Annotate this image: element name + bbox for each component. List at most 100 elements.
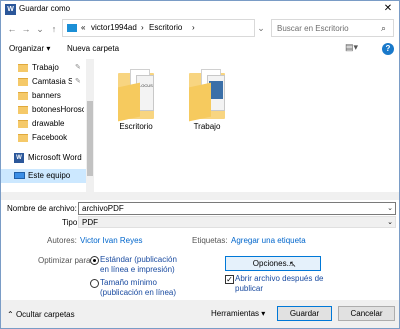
address-dropdown-button[interactable]: ⌄	[255, 21, 267, 35]
address-bar[interactable]: « victor1994ad › Escritorio ›	[62, 19, 255, 37]
breadcrumb-separator[interactable]: ›	[141, 23, 144, 32]
optimize-label: Optimizar para:	[38, 256, 93, 265]
search-icon: ⌕	[381, 23, 387, 33]
title-bar: W Guardar como ✕	[1, 1, 399, 18]
breadcrumb-escritorio[interactable]: Escritorio	[149, 23, 182, 32]
folder-icon	[18, 92, 28, 100]
cancel-button[interactable]: Cancelar	[338, 306, 395, 321]
radio-minimum[interactable]	[90, 279, 99, 288]
chevron-down-icon[interactable]: ⌄	[387, 204, 393, 212]
sidebar-item-label: Trabajo	[32, 63, 59, 72]
folder-escritorio[interactable]: LOCUS	[118, 69, 154, 122]
view-options-icon[interactable]: ▤▾	[345, 42, 358, 53]
navigation-pane: Trabajo ✎ Camtasia Stu ✎ banners botones…	[1, 59, 94, 192]
filename-label: Nombre de archivo:	[7, 204, 77, 213]
radio-standard-label[interactable]: Estándar (publicación en línea e impresi…	[100, 255, 177, 275]
arrow-right-icon: →	[21, 24, 31, 34]
tools-label: Herramientas	[211, 309, 260, 318]
hide-folders-label: Ocultar carpetas	[15, 310, 75, 319]
sidebar-item-este-equipo[interactable]: Este equipo	[1, 169, 86, 183]
breadcrumb-separator[interactable]: ›	[192, 23, 195, 32]
search-input[interactable]: Buscar en Escritorio ⌕	[271, 19, 394, 37]
sidebar-item-microsoft-word[interactable]: W Microsoft Word	[1, 151, 86, 165]
sidebar-item-trabajo[interactable]: Trabajo ✎	[1, 61, 86, 75]
chevron-down-icon: ⌄	[257, 23, 265, 33]
folder-front	[118, 82, 140, 122]
breadcrumb-overflow[interactable]: «	[81, 23, 85, 32]
sidebar-item-camtasia[interactable]: Camtasia Stu ✎	[1, 75, 86, 89]
forward-button[interactable]: →	[20, 22, 32, 36]
open-after-publish-label[interactable]: Abrir archivo después de publicar	[235, 274, 324, 294]
recent-locations-button[interactable]: ⌄	[34, 22, 46, 36]
command-bar: Organizar ▾ Nueva carpeta ▤▾ ?	[1, 40, 399, 58]
word-icon: W	[14, 153, 24, 163]
radio-standard[interactable]	[90, 256, 99, 265]
back-button[interactable]: ←	[6, 22, 18, 36]
scrollbar-thumb[interactable]	[87, 101, 93, 176]
dialog-title: Guardar como	[19, 4, 71, 13]
sidebar-item-facebook[interactable]: Facebook	[1, 131, 86, 145]
breadcrumb-victor1994ad[interactable]: victor1994ad	[91, 23, 137, 32]
chevron-up-icon: ⌃	[7, 310, 16, 319]
footer-bar: ⌃ Ocultar carpetas Herramientas ▾ Guarda…	[1, 300, 399, 328]
hide-folders-button[interactable]: ⌃ Ocultar carpetas	[7, 310, 75, 319]
radio-minimum-label[interactable]: Tamaño mínimo (publicación en línea)	[100, 278, 176, 298]
folder-preview-text: LOCUS	[139, 83, 153, 88]
open-after-publish-checkbox[interactable]: ✓	[225, 275, 234, 284]
pin-icon: ✎	[75, 64, 81, 71]
folder-label: Escritorio	[119, 122, 153, 131]
new-folder-button[interactable]: Nueva carpeta	[67, 44, 119, 53]
horizontal-scrollbar[interactable]	[1, 192, 399, 200]
computer-icon	[14, 172, 25, 179]
sidebar-item-label: Microsoft Word	[28, 153, 82, 162]
open-after-line2: publicar	[235, 284, 264, 293]
sidebar-item-drawable[interactable]: drawable	[1, 117, 86, 131]
add-tag-link[interactable]: Agregar una etiqueta	[231, 236, 306, 245]
radio-standard-line2: en línea e impresión)	[100, 265, 175, 274]
radio-standard-line1: Estándar (publicación	[100, 255, 177, 264]
sidebar-item-label: Este equipo	[28, 171, 71, 180]
folder-icon	[18, 64, 28, 72]
location-folder-icon	[67, 24, 77, 32]
type-value: PDF	[82, 218, 98, 227]
folder-label: Trabajo	[193, 122, 221, 131]
folder-trabajo[interactable]	[189, 69, 225, 122]
type-select[interactable]: PDF ⌄	[78, 216, 396, 228]
up-button[interactable]: ↑	[48, 22, 60, 36]
options-button[interactable]: Opciones...	[225, 256, 321, 271]
sidebar-item-banners[interactable]: banners	[1, 89, 86, 103]
organize-button[interactable]: Organizar ▾	[9, 44, 50, 53]
close-icon: ✕	[383, 3, 393, 14]
tags-label: Etiquetas:	[192, 236, 228, 245]
open-after-line1: Abrir archivo después de	[235, 274, 324, 283]
type-label: Tipo:	[62, 218, 80, 227]
checkmark-icon: ✓	[226, 275, 233, 284]
save-as-dialog: W Guardar como ✕ ← → ⌄ ↑ « victor1994ad …	[0, 0, 400, 329]
mouse-cursor-icon: ↖	[289, 259, 297, 269]
chevron-down-icon: ▾	[261, 309, 266, 318]
folder-icon	[18, 78, 28, 86]
folder-front	[189, 82, 211, 122]
sidebar-item-label: drawable	[32, 119, 65, 128]
filename-field[interactable]: archivoPDF ⌄	[78, 202, 396, 215]
sidebar-item-label: botonesHorosco	[32, 105, 84, 114]
folder-icon	[18, 106, 28, 114]
folder-preview-image	[209, 81, 223, 99]
sidebar-item-botoneshoroscopo[interactable]: botonesHorosco	[1, 103, 86, 117]
authors-label: Autores:	[47, 236, 77, 245]
filename-value: archivoPDF	[82, 204, 124, 213]
arrow-up-icon: ↑	[51, 24, 57, 34]
chevron-down-icon: ⌄	[387, 219, 393, 226]
folder-icon	[18, 120, 28, 128]
authors-value[interactable]: Victor Ivan Reyes	[80, 236, 143, 245]
sidebar-scrollbar[interactable]	[86, 59, 94, 192]
save-button[interactable]: Guardar	[277, 306, 332, 321]
arrow-left-icon: ←	[7, 24, 17, 34]
radio-minimum-line1: Tamaño mínimo	[100, 278, 157, 287]
tools-dropdown[interactable]: Herramientas ▾	[211, 309, 265, 318]
close-button[interactable]: ✕	[380, 2, 396, 16]
help-icon[interactable]: ?	[382, 43, 394, 55]
search-placeholder: Buscar en Escritorio	[277, 24, 349, 33]
pin-icon: ✎	[75, 78, 81, 85]
sidebar-item-label: Camtasia Stu	[32, 77, 72, 86]
